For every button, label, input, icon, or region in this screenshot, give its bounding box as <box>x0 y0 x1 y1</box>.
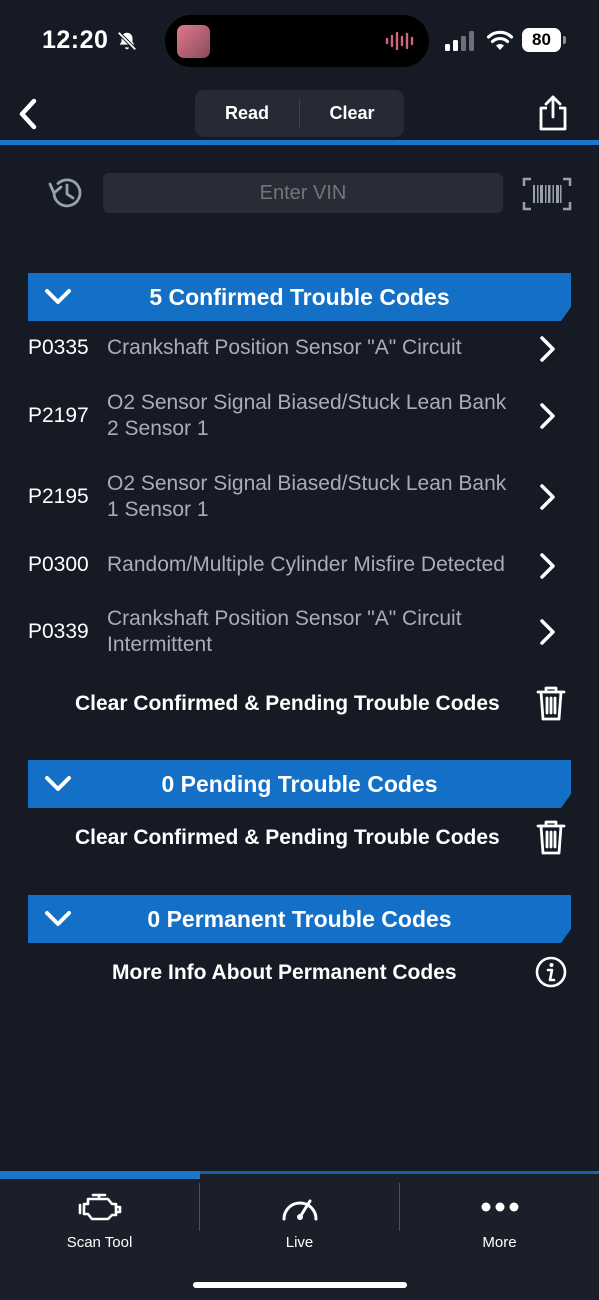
ellipsis-icon <box>481 1202 518 1212</box>
signal-icon <box>445 31 474 51</box>
barcode-icon[interactable] <box>522 177 572 211</box>
read-clear-segmented-control: Read Clear <box>195 90 404 137</box>
bottom-tab-bar: Scan Tool Live More <box>0 1171 599 1300</box>
trash-icon[interactable] <box>535 684 567 722</box>
now-playing-artwork <box>177 25 210 58</box>
pending-codes-header[interactable]: 0 Pending Trouble Codes <box>28 760 571 808</box>
permanent-codes-title: 0 Permanent Trouble Codes <box>147 906 452 932</box>
chevron-left-icon[interactable] <box>14 96 46 132</box>
trouble-code-description: O2 Sensor Signal Biased/Stuck Lean Bank … <box>107 472 507 521</box>
clear-codes-label: Clear Confirmed & Pending Trouble Codes <box>75 692 500 715</box>
trouble-code: P2195 <box>28 485 89 508</box>
share-icon[interactable] <box>536 94 570 132</box>
trouble-code-description: O2 Sensor Signal Biased/Stuck Lean Bank … <box>107 391 507 440</box>
trouble-code-description: Crankshaft Position Sensor "A" Circuit I… <box>107 607 462 656</box>
active-tab-indicator <box>0 1171 200 1179</box>
status-time: 12:20 <box>42 26 109 54</box>
code-row-p0300[interactable]: P0300 Random/Multiple Cylinder Misfire D… <box>0 547 599 587</box>
code-row-p0335[interactable]: P0335 Crankshaft Position Sensor "A" Cir… <box>0 330 599 370</box>
history-icon[interactable] <box>46 174 86 212</box>
clear-codes-row[interactable]: Clear Confirmed & Pending Trouble Codes <box>0 818 599 858</box>
trouble-code: P0339 <box>28 620 89 643</box>
confirmed-codes-header[interactable]: 5 Confirmed Trouble Codes <box>28 273 571 321</box>
trash-icon[interactable] <box>535 818 567 856</box>
read-segment[interactable]: Read <box>195 90 299 137</box>
wifi-icon <box>486 30 514 50</box>
audio-waveform-icon <box>385 32 414 50</box>
code-row-p2195[interactable]: P2195 O2 Sensor Signal Biased/Stuck Lean… <box>0 469 599 525</box>
permanent-codes-header[interactable]: 0 Permanent Trouble Codes <box>28 895 571 943</box>
gauge-icon <box>282 1199 317 1221</box>
dynamic-island[interactable] <box>165 15 429 67</box>
trouble-code: P0335 <box>28 336 89 359</box>
pending-codes-title: 0 Pending Trouble Codes <box>161 771 438 797</box>
tab-more[interactable]: More <box>400 1179 599 1269</box>
home-indicator[interactable] <box>193 1282 407 1288</box>
clear-codes-row[interactable]: Clear Confirmed & Pending Trouble Codes <box>0 684 599 724</box>
trouble-code: P0300 <box>28 553 89 576</box>
confirmed-codes-title: 5 Confirmed Trouble Codes <box>149 284 450 310</box>
code-row-p2197[interactable]: P2197 O2 Sensor Signal Biased/Stuck Lean… <box>0 388 599 444</box>
trouble-code: P2197 <box>28 404 89 427</box>
tab-label: Scan Tool <box>66 1234 133 1251</box>
tab-live[interactable]: Live <box>200 1179 399 1269</box>
chevron-right-icon <box>540 553 555 579</box>
tab-scan-tool[interactable]: Scan Tool <box>0 1179 199 1269</box>
chevron-right-icon <box>540 484 555 510</box>
permanent-info-label: More Info About Permanent Codes <box>112 961 457 984</box>
chevron-right-icon <box>540 619 555 645</box>
trouble-code-description: Crankshaft Position Sensor "A" Circuit <box>107 336 462 359</box>
nav-divider <box>0 140 599 145</box>
battery-icon: 80 <box>522 28 566 52</box>
chevron-right-icon <box>540 336 555 362</box>
battery-level: 80 <box>522 28 561 52</box>
clear-segment[interactable]: Clear <box>300 90 404 137</box>
clear-codes-label: Clear Confirmed & Pending Trouble Codes <box>75 826 500 849</box>
code-row-p0339[interactable]: P0339 Crankshaft Position Sensor "A" Cir… <box>0 605 599 661</box>
trouble-code-description: Random/Multiple Cylinder Misfire Detecte… <box>107 553 505 576</box>
permanent-info-row[interactable]: More Info About Permanent Codes <box>0 953 599 993</box>
engine-icon <box>78 1193 121 1221</box>
tab-label: Live <box>285 1234 314 1251</box>
status-bar: 12:20 80 <box>0 0 599 80</box>
info-icon[interactable] <box>535 956 567 988</box>
bell-slash-icon <box>117 31 137 51</box>
tab-label: More <box>482 1234 517 1251</box>
chevron-right-icon <box>540 403 555 429</box>
vin-input[interactable] <box>103 173 503 213</box>
